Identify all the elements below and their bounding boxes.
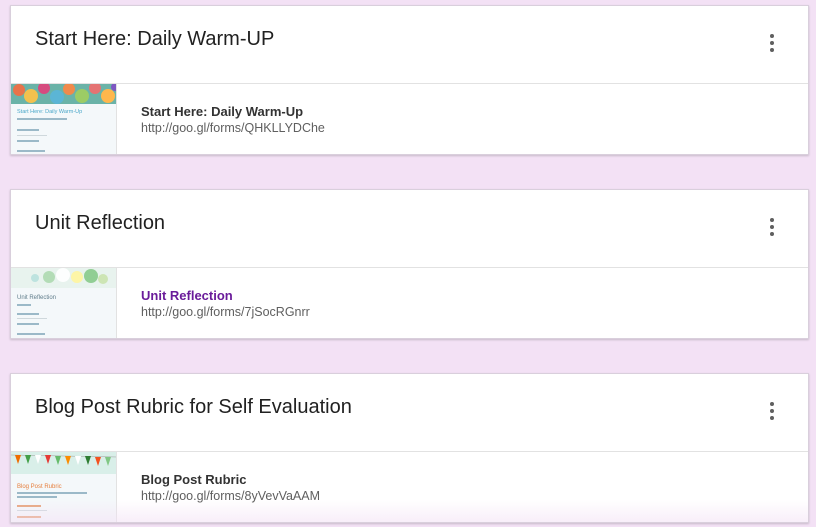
confetti-banner-image [11, 84, 116, 104]
form-card-2: Unit Reflection Unit Reflection Unit Ref… [10, 189, 809, 339]
thumbnail-line [17, 150, 45, 152]
thumbnail-title: Blog Post Rubric [17, 484, 62, 490]
thumbnail-line [17, 118, 67, 120]
thumbnail-line [17, 323, 39, 325]
thumbnail-line [17, 333, 45, 335]
more-options-icon[interactable] [762, 400, 782, 424]
thumbnail-line [17, 492, 87, 494]
form-thumbnail[interactable]: Blog Post Rubric [11, 452, 117, 522]
bokeh-banner-image [11, 268, 116, 288]
form-url-link[interactable]: http://goo.gl/forms/7jSocRGnrr [141, 305, 310, 319]
form-url-link[interactable]: http://goo.gl/forms/QHKLLYDChe [141, 121, 325, 135]
thumbnail-line [17, 505, 41, 507]
thumbnail-line [17, 318, 47, 319]
card-body: Blog Post Rubric Blog Post Rubric http:/… [11, 452, 808, 522]
thumbnail-line [17, 140, 39, 142]
more-options-icon[interactable] [762, 216, 782, 240]
bunting-banner-image [11, 452, 116, 474]
thumbnail-line [17, 304, 31, 306]
thumbnail-title: Start Here: Daily Warm-Up [17, 109, 83, 115]
thumbnail-line [17, 129, 39, 131]
thumbnail-title: Unit Reflection [17, 295, 57, 301]
form-card-1: Start Here: Daily Warm-UP Start Here: Da… [10, 5, 809, 155]
card-body: Unit Reflection Unit Reflection http://g… [11, 268, 808, 338]
card-header: Blog Post Rubric for Self Evaluation [11, 374, 808, 452]
more-options-icon[interactable] [762, 32, 782, 56]
card-title: Blog Post Rubric for Self Evaluation [35, 396, 352, 418]
form-name-link[interactable]: Blog Post Rubric [141, 472, 246, 487]
card-header: Start Here: Daily Warm-UP [11, 6, 808, 84]
thumbnail-line [17, 510, 47, 511]
form-thumbnail[interactable]: Start Here: Daily Warm-Up [11, 84, 117, 154]
form-name-link[interactable]: Unit Reflection [141, 288, 233, 303]
form-card-3: Blog Post Rubric for Self Evaluation Blo… [10, 373, 809, 523]
card-title: Unit Reflection [35, 212, 166, 234]
form-url-link[interactable]: http://goo.gl/forms/8yVevVaAAM [141, 489, 320, 503]
thumbnail-line [17, 135, 47, 136]
thumbnail-line [17, 496, 57, 498]
thumbnail-line [17, 313, 39, 315]
form-thumbnail[interactable]: Unit Reflection [11, 268, 117, 338]
thumbnail-line [17, 516, 41, 518]
card-title: Start Here: Daily Warm-UP [35, 28, 275, 50]
form-name-link[interactable]: Start Here: Daily Warm-Up [141, 104, 303, 119]
card-header: Unit Reflection [11, 190, 808, 268]
card-body: Start Here: Daily Warm-Up Start Here: Da… [11, 84, 808, 154]
